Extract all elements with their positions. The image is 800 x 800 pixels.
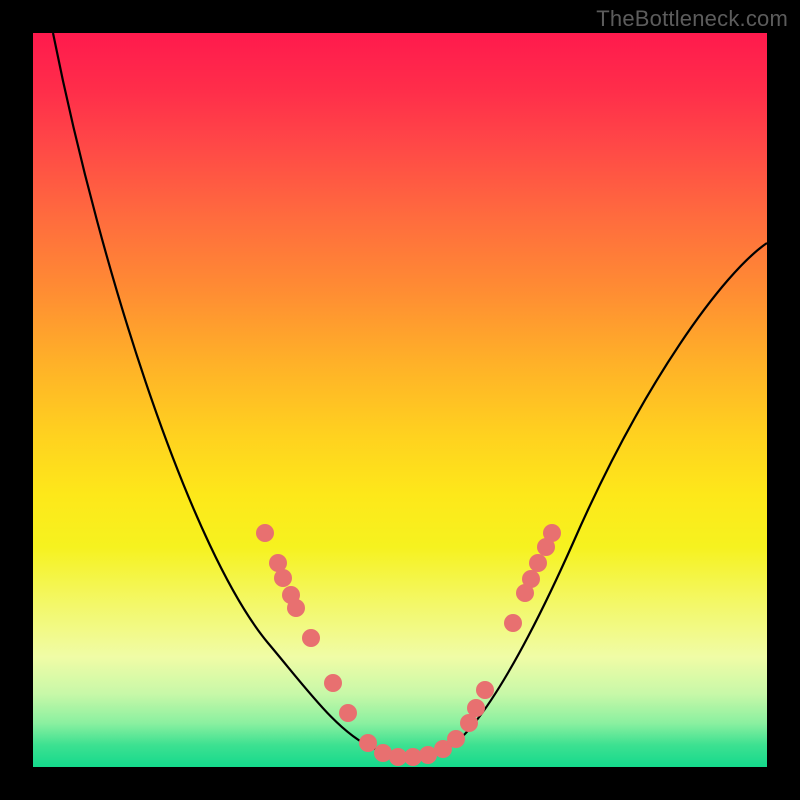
curve-svg [33, 33, 767, 767]
highlight-dot [543, 524, 561, 542]
highlight-dot [476, 681, 494, 699]
plot-area [33, 33, 767, 767]
highlight-dot [339, 704, 357, 722]
watermark-text: TheBottleneck.com [596, 6, 788, 32]
highlight-dot [324, 674, 342, 692]
highlight-dot [504, 614, 522, 632]
highlight-dot [447, 730, 465, 748]
chart-frame: TheBottleneck.com [0, 0, 800, 800]
highlight-dot [529, 554, 547, 572]
bottleneck-curve [53, 33, 767, 755]
highlight-dots-group [256, 524, 561, 766]
highlight-dot [359, 734, 377, 752]
highlight-dot [287, 599, 305, 617]
highlight-dot [256, 524, 274, 542]
highlight-dot [467, 699, 485, 717]
highlight-dot [274, 569, 292, 587]
highlight-dot [522, 570, 540, 588]
highlight-dot [302, 629, 320, 647]
